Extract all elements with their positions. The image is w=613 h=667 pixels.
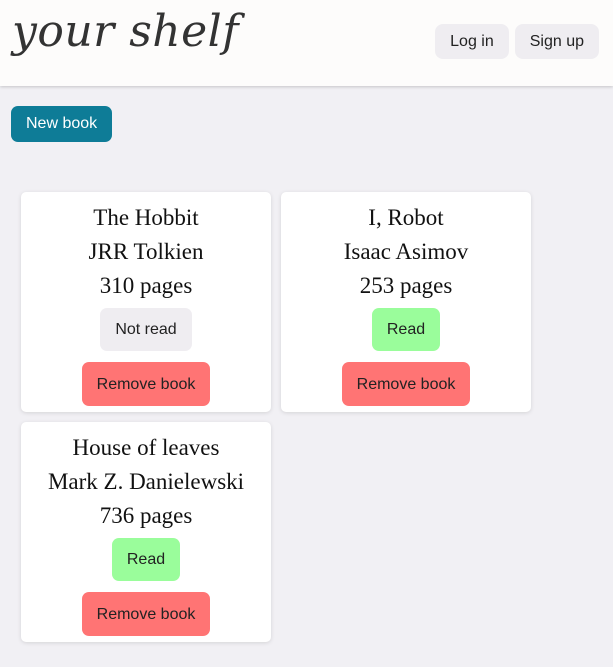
book-author: Isaac Asimov [343, 239, 469, 264]
book-pages: 253 pages [359, 273, 453, 298]
remove-book-button[interactable]: Remove book [82, 592, 210, 636]
app-logo: your shelf [12, 6, 240, 57]
new-book-button[interactable]: New book [11, 106, 113, 142]
read-status-toggle[interactable]: Read [371, 308, 441, 351]
book-card: House of leaves Mark Z. Danielewski 736 … [21, 422, 271, 642]
book-card: The Hobbit JRR Tolkien 310 pages Not rea… [21, 192, 271, 412]
book-title: The Hobbit [93, 205, 199, 230]
book-pages: 736 pages [99, 503, 193, 528]
auth-buttons: Log in Sign up [435, 24, 599, 59]
read-status-toggle[interactable]: Not read [100, 308, 192, 351]
app-header: your shelf Log in Sign up [0, 0, 613, 86]
login-button[interactable]: Log in [435, 24, 509, 59]
remove-book-button[interactable]: Remove book [342, 362, 470, 406]
book-card: I, Robot Isaac Asimov 253 pages Read Rem… [281, 192, 531, 412]
book-author: Mark Z. Danielewski [47, 469, 245, 494]
book-title: House of leaves [72, 435, 220, 460]
signup-button[interactable]: Sign up [514, 24, 599, 59]
remove-book-button[interactable]: Remove book [82, 362, 210, 406]
book-pages: 310 pages [99, 273, 193, 298]
book-author: JRR Tolkien [88, 239, 204, 264]
read-status-toggle[interactable]: Read [111, 538, 181, 581]
book-title: I, Robot [368, 205, 444, 230]
